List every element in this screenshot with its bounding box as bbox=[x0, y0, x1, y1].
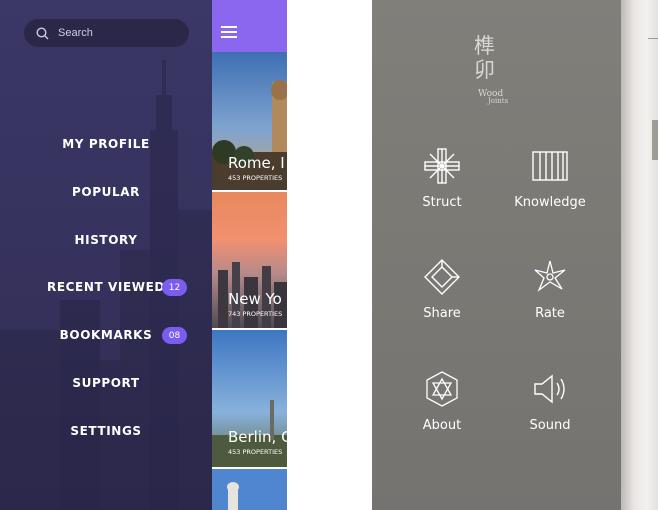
content-area: Rome, I 453 PROPERTIES New Yo 743 PROPER… bbox=[212, 0, 287, 510]
menu-item-recent-viewed[interactable]: RECENT VIEWED 12 bbox=[0, 275, 212, 299]
side-panel-edge bbox=[621, 0, 658, 510]
count-badge: 12 bbox=[162, 279, 187, 296]
menu-item-bookmarks[interactable]: BOOKMARKS 08 bbox=[0, 323, 212, 347]
struct-icon bbox=[424, 148, 460, 184]
button-label: About bbox=[422, 418, 462, 433]
button-label: Struct bbox=[422, 195, 462, 210]
property-count: 453 PROPERTIES bbox=[228, 448, 283, 456]
property-count: 453 PROPERTIES bbox=[228, 174, 283, 182]
city-card-berlin[interactable]: Berlin, G 453 PROPERTIES bbox=[212, 330, 287, 467]
about-button[interactable]: About bbox=[387, 369, 497, 449]
rate-icon bbox=[534, 260, 566, 292]
menu-item-popular[interactable]: POPULAR bbox=[0, 180, 212, 204]
city-name: Berlin, G bbox=[228, 428, 287, 446]
knowledge-icon bbox=[532, 151, 568, 181]
menu-item-history[interactable]: HISTORY bbox=[0, 228, 212, 252]
city-name: Rome, I bbox=[228, 154, 285, 172]
sound-button[interactable]: Sound bbox=[495, 369, 605, 449]
top-bar bbox=[212, 0, 287, 52]
share-icon bbox=[424, 259, 460, 295]
button-label: Sound bbox=[529, 418, 571, 433]
city-card-rome[interactable]: Rome, I 453 PROPERTIES bbox=[212, 52, 287, 190]
edge-menu-icon[interactable] bbox=[648, 38, 658, 39]
main-menu-panel: 榫卯 Wood Joints Struct Knowledge Share Ra… bbox=[372, 0, 621, 510]
search-bar[interactable] bbox=[24, 19, 189, 47]
city-name: New Yo bbox=[228, 290, 282, 308]
menu-item-label: RECENT VIEWED bbox=[47, 280, 165, 294]
city-card-partial[interactable] bbox=[212, 469, 287, 510]
travel-app-screen: MY PROFILE POPULAR HISTORY RECENT VIEWED… bbox=[0, 0, 287, 510]
city-card-new-york[interactable]: New Yo 743 PROPERTIES bbox=[212, 192, 287, 328]
wood-joints-app-screen: 榫卯 Wood Joints Struct Knowledge Share Ra… bbox=[372, 0, 658, 510]
search-icon bbox=[36, 26, 49, 39]
count-badge: 08 bbox=[162, 327, 187, 344]
menu-item-my-profile[interactable]: MY PROFILE bbox=[0, 132, 212, 156]
menu-item-label: HISTORY bbox=[74, 233, 138, 247]
edge-decoration bbox=[652, 120, 658, 160]
menu-item-label: MY PROFILE bbox=[62, 137, 150, 151]
menu-item-label: POPULAR bbox=[72, 185, 140, 199]
property-count: 743 PROPERTIES bbox=[228, 310, 283, 318]
menu-item-settings[interactable]: SETTINGS bbox=[0, 419, 212, 443]
menu-item-label: BOOKMARKS bbox=[59, 328, 153, 342]
hamburger-menu-icon[interactable] bbox=[221, 26, 237, 38]
menu-item-label: SETTINGS bbox=[70, 424, 142, 438]
button-label: Rate bbox=[535, 306, 565, 321]
app-logo-line2: Joints bbox=[488, 97, 509, 105]
side-menu: MY PROFILE POPULAR HISTORY RECENT VIEWED… bbox=[0, 0, 212, 510]
menu-item-label: SUPPORT bbox=[72, 376, 140, 390]
knowledge-button[interactable]: Knowledge bbox=[495, 146, 605, 226]
city-photo bbox=[212, 469, 287, 510]
button-label: Knowledge bbox=[514, 195, 586, 210]
share-button[interactable]: Share bbox=[387, 257, 497, 337]
app-logo-chars: 榫卯 bbox=[474, 34, 495, 82]
struct-button[interactable]: Struct bbox=[387, 146, 497, 226]
rate-button[interactable]: Rate bbox=[495, 257, 605, 337]
menu-item-support[interactable]: SUPPORT bbox=[0, 371, 212, 395]
sound-icon bbox=[534, 374, 565, 404]
search-input[interactable] bbox=[58, 27, 168, 39]
about-icon bbox=[426, 371, 458, 407]
button-label: Share bbox=[423, 306, 461, 321]
berlin-photo bbox=[212, 330, 287, 467]
